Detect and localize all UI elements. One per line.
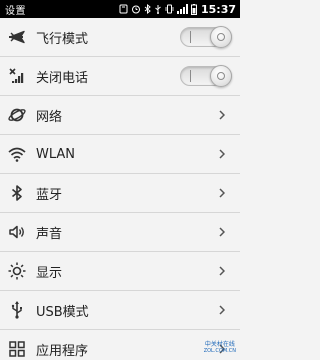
battery-icon [190,3,197,15]
airplane-mode-toggle[interactable] [180,26,232,48]
settings-list: 飞行模式 关闭电话 网络 WLAN 蓝牙 声音 显示 USB模式 应用程序 [0,18,240,360]
settings-item-display[interactable]: 显示 [0,252,240,291]
settings-item-wlan[interactable]: WLAN [0,135,240,174]
toggle-knob[interactable] [210,26,232,48]
usb-icon [154,4,162,14]
status-bar-title: 设置 [5,5,26,17]
usb-icon [6,299,28,321]
settings-item-usb-mode[interactable]: USB模式 [0,291,240,330]
volume-icon [6,221,28,243]
chevron-right-icon [217,110,227,120]
bluetooth-icon [144,4,151,14]
alarm-icon [131,4,141,14]
chevron-right-icon [217,149,227,159]
settings-item-sound[interactable]: 声音 [0,213,240,252]
settings-item-label: 声音 [36,226,63,242]
apps-grid-icon [6,338,28,360]
toggle-on-mark [190,31,191,43]
settings-item-label: 显示 [36,265,63,281]
signal-icon [176,4,188,14]
chevron-right-icon [217,227,227,237]
status-time: 15:37 [200,2,236,16]
phone-off-icon [6,65,28,87]
settings-item-label: 蓝牙 [36,187,63,203]
zol-watermark: 中关村在线 ZOL.COM.CN [204,342,236,354]
wifi-icon [6,143,28,165]
chevron-right-icon [217,266,227,276]
chevron-right-icon [217,188,227,198]
airplane-icon [6,26,28,48]
settings-item-bluetooth[interactable]: 蓝牙 [0,174,240,213]
status-bar: 设置 15:37 [0,0,240,18]
network-icon [6,104,28,126]
settings-item-label: 网络 [36,109,63,125]
settings-item-airplane-mode[interactable]: 飞行模式 [0,18,240,57]
vibrate-icon [165,4,174,14]
chevron-right-icon [217,305,227,315]
watermark-line-2: ZOL.COM.CN [203,348,236,354]
settings-item-label: USB模式 [36,304,89,320]
toggle-on-mark [190,70,191,82]
settings-item-label: 应用程序 [36,343,89,359]
settings-item-label: WLAN [36,146,76,162]
sd-card-icon [119,4,128,14]
bluetooth-icon [6,182,28,204]
toggle-knob[interactable] [210,65,232,87]
settings-item-label: 关闭电话 [36,70,89,86]
settings-item-phone-off[interactable]: 关闭电话 [0,57,240,96]
settings-item-network[interactable]: 网络 [0,96,240,135]
settings-item-label: 飞行模式 [36,31,89,47]
status-icons [26,3,197,15]
phone-off-toggle[interactable] [180,65,232,87]
brightness-icon [6,260,28,282]
